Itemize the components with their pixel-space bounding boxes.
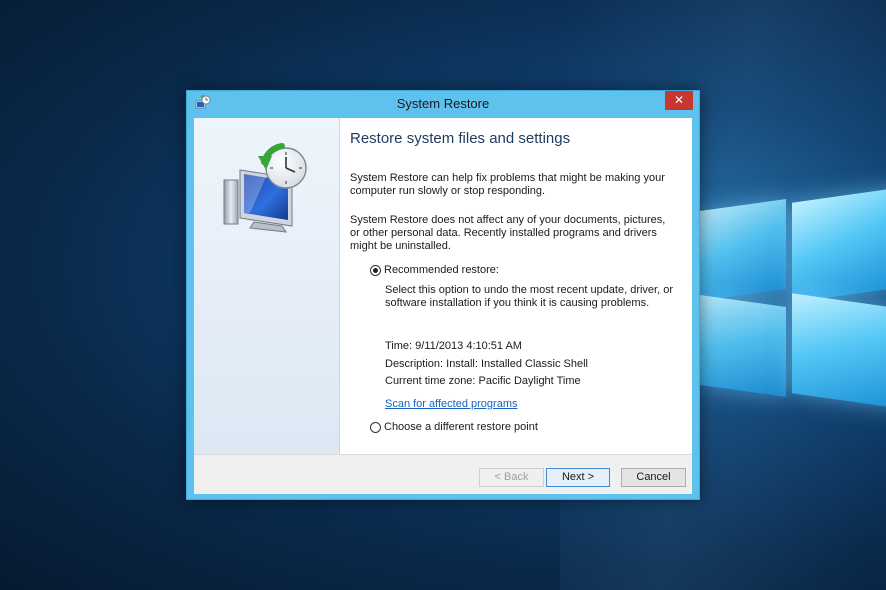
desktop-background: System Restore ✕ Restore system files an… [0,0,886,590]
windows-logo [700,175,886,410]
main-content: Restore system files and settings System… [350,118,688,454]
radio-recommended[interactable] [370,264,381,276]
back-button[interactable]: < Back [479,468,544,487]
recommended-restore-option[interactable]: Recommended restore: [370,264,499,276]
scan-affected-programs-link[interactable]: Scan for affected programs [385,398,517,410]
dialog-client-area: Restore system files and settings System… [194,118,692,494]
window-title: System Restore [396,96,490,111]
computer-restore-clock-icon [223,143,307,233]
sidebar-panel [194,118,340,454]
intro-text-1: System Restore can help fix problems tha… [350,172,665,197]
close-button[interactable]: ✕ [665,91,693,110]
recommended-restore-label: Recommended restore: [384,264,499,276]
title-bar[interactable]: System Restore ✕ [187,91,699,117]
restore-point-timezone: Current time zone: Pacific Daylight Time [385,375,581,387]
different-restore-option[interactable]: Choose a different restore point [370,421,538,433]
next-button[interactable]: Next > [546,468,610,487]
button-bar: < Back Next > Cancel [194,454,692,494]
cancel-button[interactable]: Cancel [621,468,686,487]
intro-text-2: System Restore does not affect any of yo… [350,214,666,252]
recommended-description: Select this option to undo the most rece… [385,284,674,309]
restore-point-description: Description: Install: Installed Classic … [385,358,588,370]
close-icon: ✕ [673,93,685,107]
different-restore-label: Choose a different restore point [384,421,538,433]
system-restore-dialog: System Restore ✕ Restore system files an… [186,90,700,500]
restore-point-time: Time: 9/11/2013 4:10:51 AM [385,340,522,352]
radio-different[interactable] [370,421,381,433]
page-heading: Restore system files and settings [350,130,571,147]
